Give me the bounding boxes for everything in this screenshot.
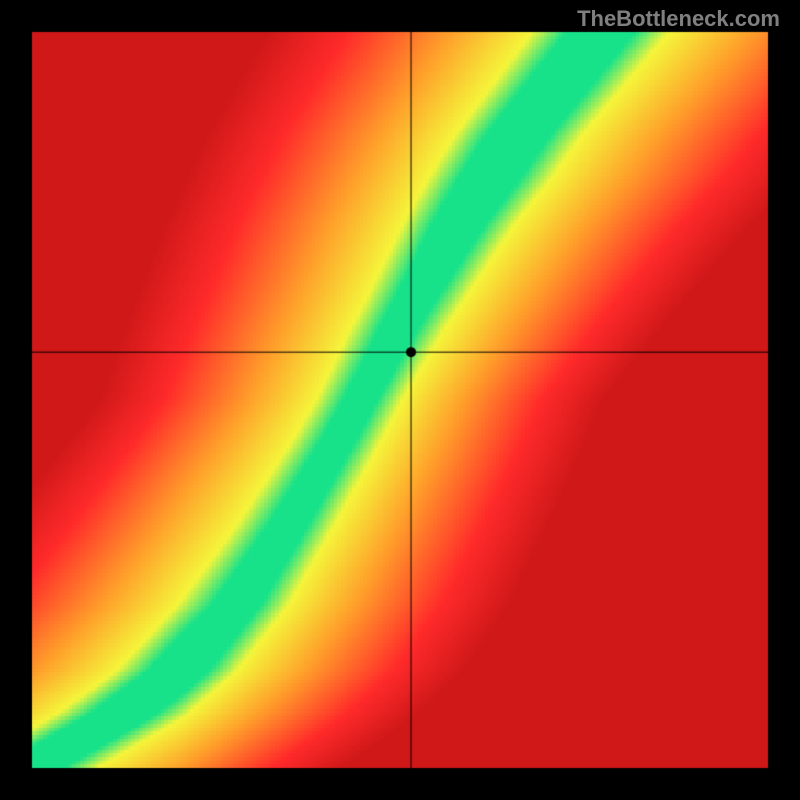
watermark-text: TheBottleneck.com bbox=[577, 6, 780, 32]
bottleneck-heatmap bbox=[0, 0, 800, 800]
